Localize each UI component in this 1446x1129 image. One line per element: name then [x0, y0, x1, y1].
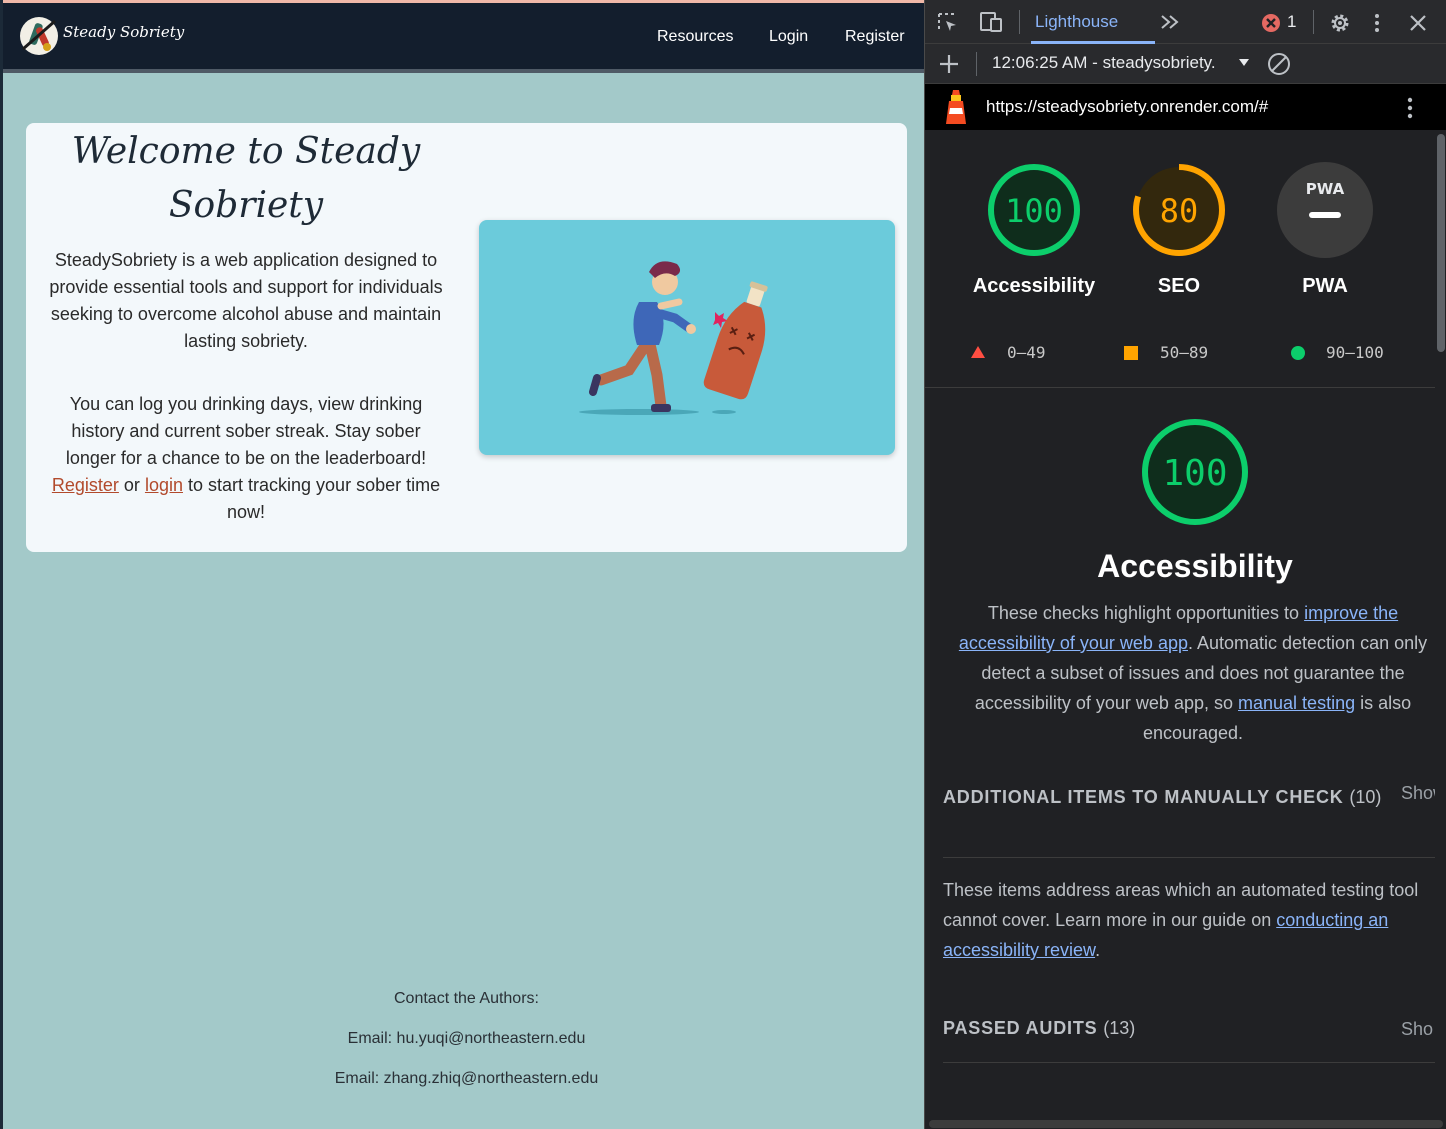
logo-icon[interactable] [17, 15, 61, 57]
more-options-icon[interactable] [1372, 12, 1382, 34]
vertical-scrollbar[interactable] [1437, 134, 1445, 352]
category-description: These checks highlight opportunities to … [951, 598, 1435, 748]
horizontal-scrollbar[interactable] [929, 1120, 1443, 1128]
accessibility-category-gauge: 100 [1142, 419, 1248, 525]
green-circle-icon [1291, 346, 1305, 360]
navbar: Steady Sobriety Resources Login Register [3, 3, 927, 73]
divider [943, 857, 1435, 858]
seo-score: 80 [1160, 192, 1199, 230]
lighthouse-icon [946, 90, 966, 124]
devtools-toolbar: Lighthouse 1 [925, 0, 1446, 44]
footer-email-1: Email: hu.yuqi@northeastern.edu [347, 1030, 586, 1047]
person-punching-bottle-icon [579, 261, 768, 415]
brand-name[interactable]: Steady Sobriety [63, 23, 184, 41]
tracking-text-end: to start tracking your sober time now! [188, 475, 441, 522]
or-text: or [123, 475, 140, 495]
inspect-element-icon[interactable] [937, 12, 959, 34]
report-selector[interactable]: 12:06:25 AM - steadysobriety. [992, 53, 1216, 73]
plus-icon[interactable] [938, 53, 960, 75]
seo-gauge-label[interactable]: SEO [1099, 275, 1259, 298]
clear-icon[interactable] [1267, 52, 1291, 76]
device-toolbar-icon[interactable] [979, 11, 1005, 33]
legend-average-range: 50–89 [1160, 343, 1209, 362]
manual-desc-end: . [1095, 940, 1101, 960]
report-url-bar: https://steadysobriety.onrender.com/# [925, 84, 1446, 130]
passed-audits-header[interactable]: PASSED AUDITS (13) [943, 1018, 1135, 1039]
intro-paragraph: SteadySobriety is a web application desi… [49, 250, 443, 351]
devtools-panel: Lighthouse 1 12:06:25 AM - steadysobriet [924, 0, 1446, 1129]
accessibility-gauge-label[interactable]: Accessibility [954, 275, 1114, 298]
category-title: Accessibility [1097, 548, 1293, 584]
error-count[interactable]: 1 [1287, 12, 1296, 32]
gear-icon[interactable] [1328, 11, 1352, 35]
nav-login[interactable]: Login [769, 28, 808, 46]
divider [943, 1062, 1435, 1063]
tab-lighthouse[interactable]: Lighthouse [1035, 12, 1118, 32]
accessibility-score: 100 [1005, 192, 1063, 230]
toolbar-divider [1019, 10, 1020, 34]
tracking-paragraph: You can log you drinking days, view drin… [48, 391, 444, 526]
manual-check-count: (10) [1349, 787, 1382, 807]
pwa-badge-text: PWA [1306, 180, 1345, 198]
report-selector-label: 12:06:25 AM - steadysobriety. [992, 53, 1216, 72]
welcome-card: Welcome to Steady Sobriety SteadySobriet… [26, 123, 907, 552]
page-title: Welcome to Steady Sobriety [71, 131, 421, 226]
passed-audits-count: (13) [1103, 1018, 1136, 1038]
nav-resources[interactable]: Resources [657, 28, 733, 46]
passed-audits-title: PASSED AUDITS [943, 1018, 1098, 1038]
toolbar-divider [976, 52, 977, 76]
pwa-gauge-label[interactable]: PWA [1245, 275, 1405, 298]
legend-pass-range: 90–100 [1326, 343, 1384, 362]
report-menu-icon[interactable] [1405, 96, 1415, 120]
manual-testing-link[interactable]: manual testing [1238, 693, 1355, 713]
hero-illustration [479, 220, 895, 455]
report-url: https://steadysobriety.onrender.com/# [986, 97, 1269, 116]
website-viewport: Steady Sobriety Resources Login Register… [0, 0, 927, 1129]
toolbar-divider [1313, 10, 1314, 34]
category-desc-text: These checks highlight opportunities to [987, 603, 1300, 623]
dropdown-arrow-icon[interactable] [1238, 58, 1250, 68]
orange-square-icon [1124, 346, 1138, 360]
red-triangle-icon [971, 346, 985, 358]
tracking-text: You can log you drinking days, view drin… [65, 394, 427, 468]
manual-check-description: These items address areas which an autom… [943, 875, 1427, 965]
pwa-gauge[interactable]: PWA [1276, 161, 1374, 259]
footer-heading: Contact the Authors: [394, 990, 539, 1007]
lighthouse-toolbar: 12:06:25 AM - steadysobriety. [925, 44, 1446, 84]
category-score: 100 [1162, 453, 1227, 494]
legend-fail-range: 0–49 [1007, 343, 1046, 362]
manual-check-header[interactable]: ADDITIONAL ITEMS TO MANUALLY CHECK (10) [943, 782, 1383, 812]
accessibility-gauge[interactable]: 100 [985, 161, 1083, 259]
footer-email-2: Email: zhang.zhiq@northeastern.edu [334, 1070, 599, 1087]
error-icon[interactable] [1261, 13, 1281, 33]
show-passed-button[interactable]: Sho [1401, 1014, 1435, 1044]
show-manual-button[interactable]: Show [1401, 778, 1435, 808]
seo-gauge[interactable]: 80 [1130, 161, 1228, 259]
nav-register[interactable]: Register [845, 28, 905, 46]
login-link[interactable]: login [145, 475, 183, 495]
manual-check-title: ADDITIONAL ITEMS TO MANUALLY CHECK [943, 787, 1344, 807]
close-icon[interactable] [1409, 14, 1427, 32]
divider [925, 387, 1435, 388]
register-link[interactable]: Register [52, 475, 119, 495]
chevron-double-right-icon[interactable] [1159, 13, 1181, 31]
lighthouse-report: 100 Accessibility 80 SEO PWA PWA 0–49 50… [925, 130, 1435, 1120]
